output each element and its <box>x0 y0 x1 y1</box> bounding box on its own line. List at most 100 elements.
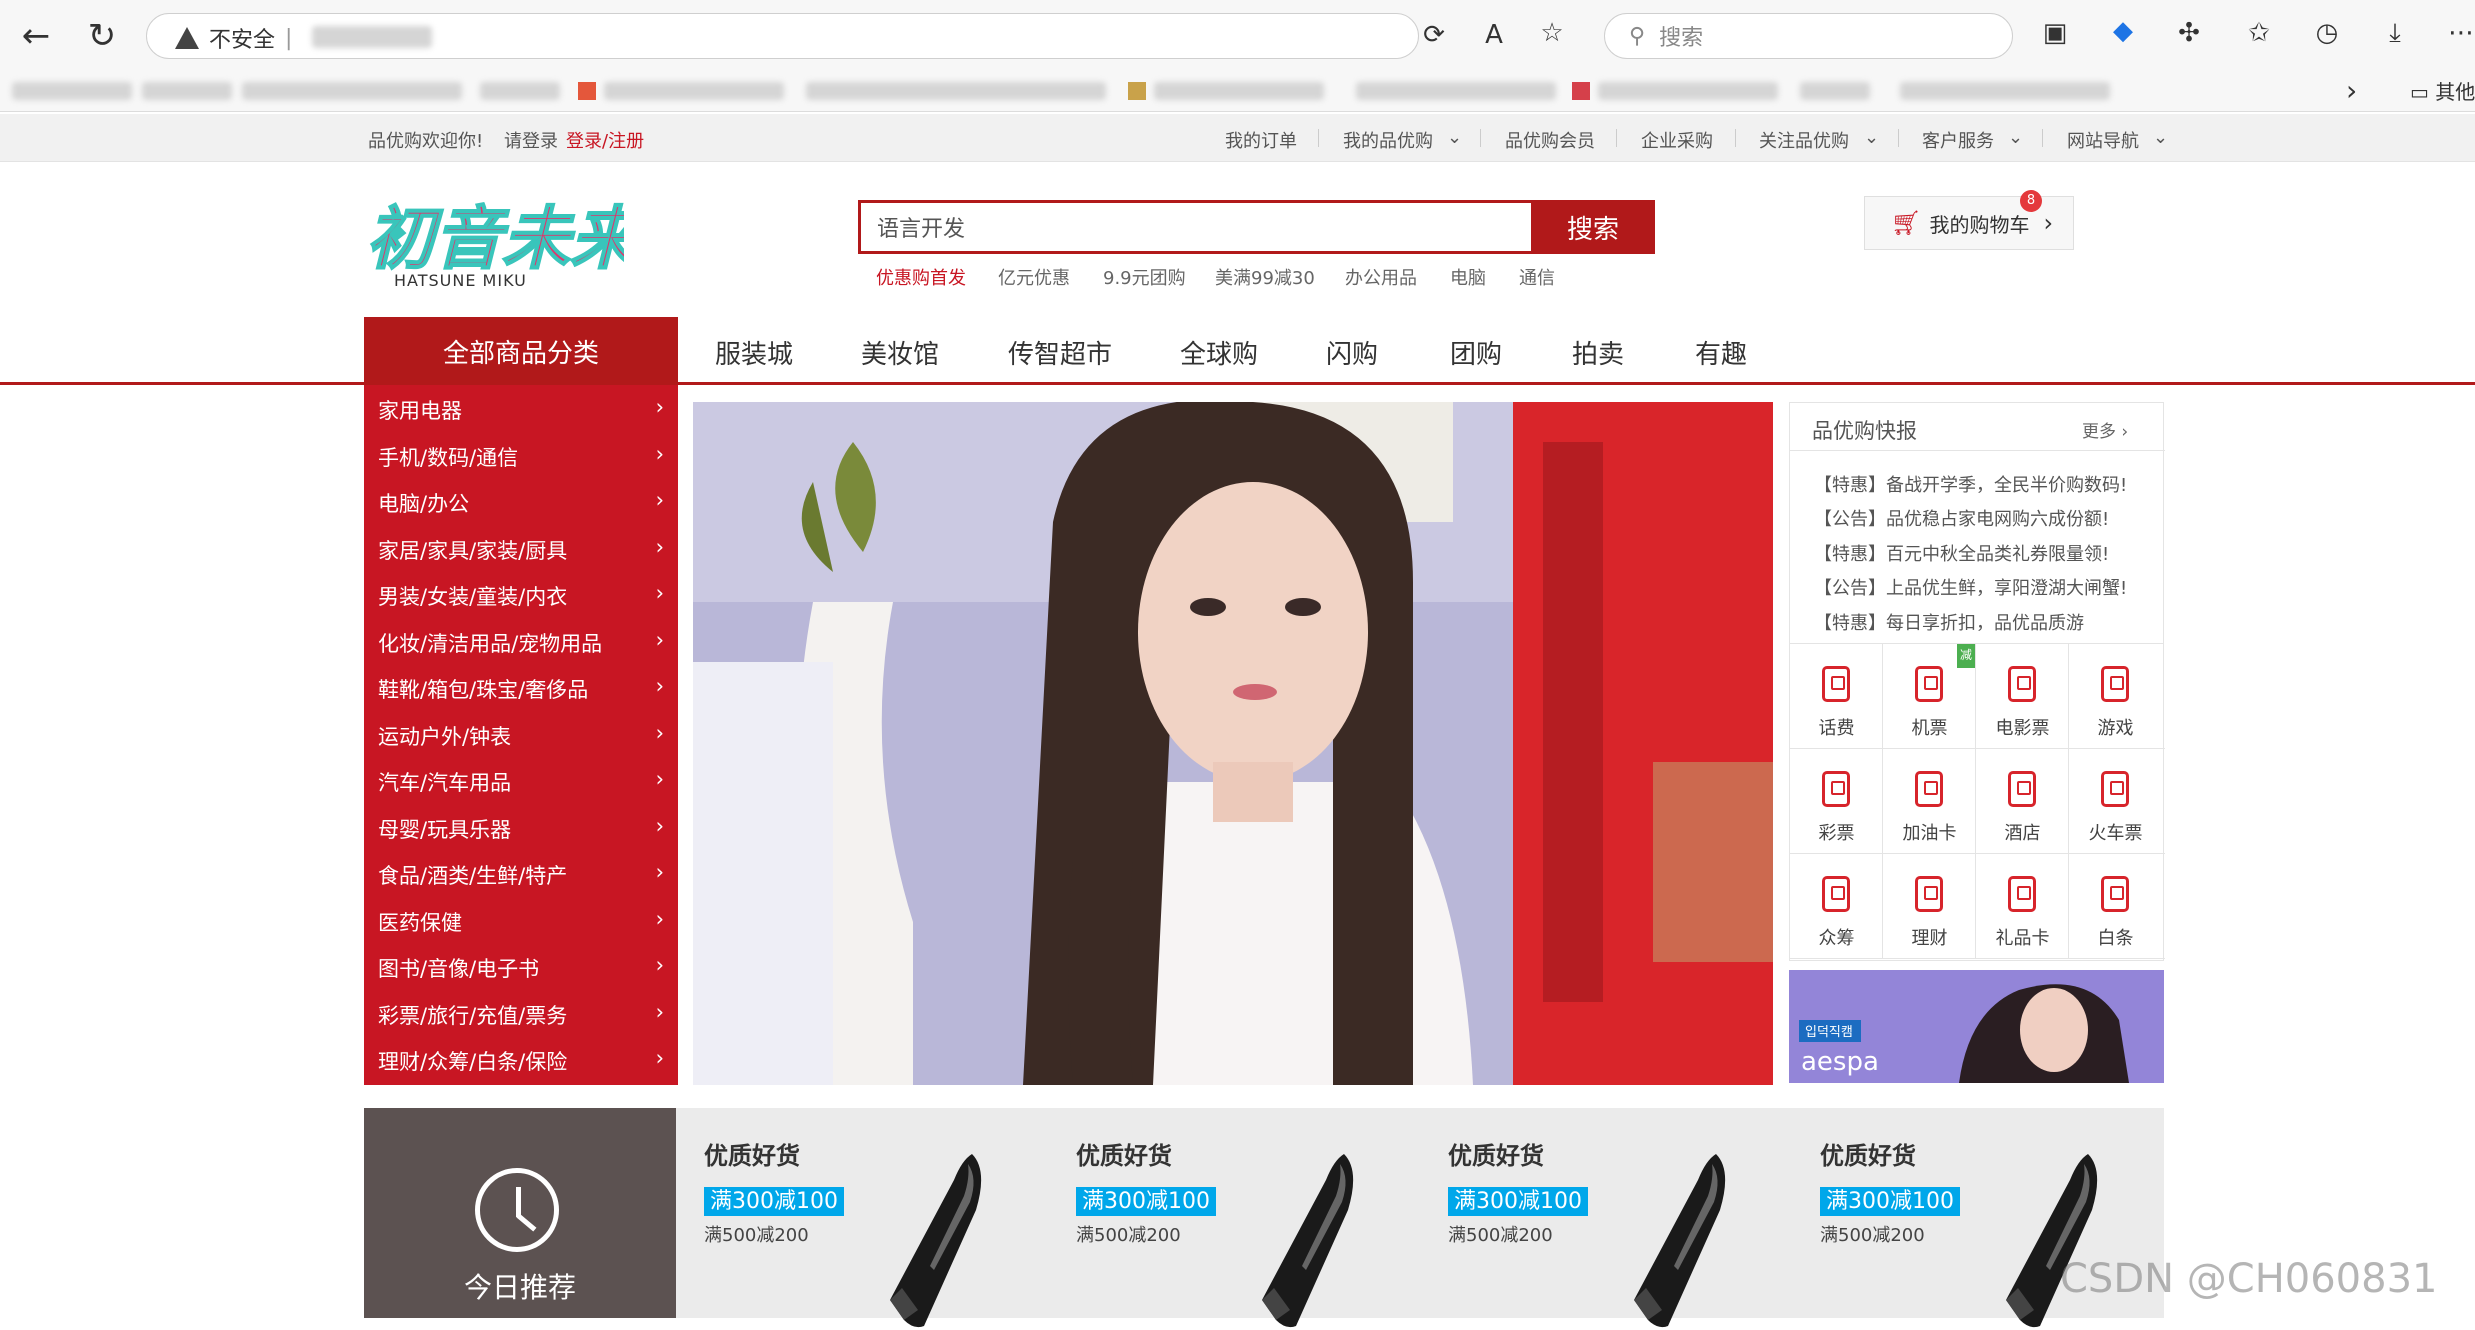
phone-icon <box>2101 876 2129 912</box>
category-item[interactable]: 运动户外/钟表 › <box>378 721 664 751</box>
news-item[interactable]: 【特惠】百元中秋全品类礼券限量领! <box>1814 540 2109 566</box>
category-item[interactable]: 手机/数码/通信 › <box>378 442 664 472</box>
shortcut-my-account[interactable]: 我的品优购 <box>1343 127 1433 153</box>
category-item[interactable]: 图书/音像/电子书 › <box>378 953 664 983</box>
search-input[interactable] <box>861 203 1529 251</box>
nav-auction[interactable]: 拍卖 <box>1572 334 1624 371</box>
hot-word[interactable]: 亿元优惠 <box>998 264 1070 290</box>
shortcut-membership[interactable]: 品优购会员 <box>1505 127 1595 153</box>
service-phone-bill[interactable]: 话费 <box>1790 644 1883 749</box>
bookmark-extension-icon[interactable]: ◆ <box>2098 16 2148 46</box>
chevron-right-icon: › <box>655 535 664 559</box>
shortcut-site-nav[interactable]: 网站导航 <box>2067 127 2139 153</box>
phone-icon <box>1915 771 1943 807</box>
news-item[interactable]: 【公告】上品优生鲜，享阳澄湖大闸蟹! <box>1814 574 2127 600</box>
bookmark-item[interactable] <box>242 82 462 100</box>
bookmark-item[interactable] <box>480 82 560 100</box>
register-link[interactable]: 登录/注册 <box>566 127 644 153</box>
category-item[interactable]: 食品/酒类/生鲜/特产 › <box>378 860 664 890</box>
download-icon[interactable]: ⤓ <box>2370 18 2420 49</box>
service-gift-card[interactable]: 礼品卡 <box>1976 854 2069 959</box>
extension-icon[interactable]: ▣ <box>2030 18 2080 48</box>
main-banner[interactable] <box>693 402 1773 1085</box>
category-item[interactable]: 家用电器 › <box>378 395 664 425</box>
category-item[interactable]: 电脑/办公 › <box>378 488 664 518</box>
puzzle-icon[interactable]: ✣ <box>2164 18 2214 48</box>
service-train[interactable]: 火车票 <box>2069 749 2165 854</box>
security-indicator[interactable]: 不安全 | <box>175 22 292 54</box>
translate-icon[interactable]: ⟳ <box>1409 20 1459 50</box>
shortcut-my-orders[interactable]: 我的订单 <box>1225 127 1297 153</box>
service-movie[interactable]: 电影票 <box>1976 644 2069 749</box>
hot-word[interactable]: 美满99减30 <box>1215 264 1315 290</box>
category-item[interactable]: 化妆/清洁用品/宠物用品 › <box>378 628 664 658</box>
cart-button[interactable]: 🛒︎ 我的购物车 › <box>1864 196 2074 250</box>
nav-beauty[interactable]: 美妆馆 <box>861 334 939 371</box>
news-item[interactable]: 【特惠】每日享折扣，品优品质游 <box>1814 609 2084 635</box>
bookmark-item[interactable] <box>1800 82 1870 100</box>
side-ad[interactable]: 입덕직캠 aespa <box>1789 970 2164 1083</box>
hot-word[interactable]: 通信 <box>1519 264 1555 290</box>
nav-fun[interactable]: 有趣 <box>1695 334 1747 371</box>
shortcut-enterprise[interactable]: 企业采购 <box>1641 127 1713 153</box>
category-item[interactable]: 母婴/玩具乐器 › <box>378 814 664 844</box>
bookmark-item[interactable] <box>142 82 232 100</box>
service-finance[interactable]: 理财 <box>1883 854 1976 959</box>
read-aloud-icon[interactable]: A <box>1469 20 1519 50</box>
hot-word[interactable]: 办公用品 <box>1345 264 1417 290</box>
category-item[interactable]: 鞋靴/箱包/珠宝/奢侈品 › <box>378 674 664 704</box>
service-crowdfunding[interactable]: 众筹 <box>1790 854 1883 959</box>
bookmark-item[interactable] <box>12 82 132 100</box>
news-item[interactable]: 【公告】品优稳占家电网购六成份额! <box>1814 505 2109 531</box>
service-hotel[interactable]: 酒店 <box>1976 749 2069 854</box>
nav-supermarket[interactable]: 传智超市 <box>1008 334 1112 371</box>
browser-search-box[interactable]: ⚲ 搜索 <box>1604 13 2013 59</box>
service-label: 彩票 <box>1818 823 1855 844</box>
bookmark-item[interactable] <box>1598 82 1778 100</box>
history-icon[interactable]: ◷ <box>2302 18 2352 48</box>
category-item[interactable]: 彩票/旅行/充值/票务 › <box>378 1000 664 1030</box>
refresh-icon[interactable]: ↻ <box>74 8 130 64</box>
category-item[interactable]: 理财/众筹/白条/保险 › <box>378 1046 664 1076</box>
chevron-right-icon[interactable]: › <box>2346 74 2357 107</box>
nav-global[interactable]: 全球购 <box>1180 334 1258 371</box>
search-button[interactable]: 搜索 <box>1531 200 1655 254</box>
all-categories-tab[interactable]: 全部商品分类 <box>364 317 678 385</box>
service-baitiao[interactable]: 白条 <box>2069 854 2165 959</box>
category-item[interactable]: 医药保健 › <box>378 907 664 937</box>
address-bar[interactable]: 不安全 | ⟳ A ☆ <box>146 13 1564 59</box>
bookmark-item[interactable] <box>1154 82 1324 100</box>
hot-word[interactable]: 9.9元团购 <box>1103 264 1186 290</box>
hot-word[interactable]: 电脑 <box>1450 264 1486 290</box>
news-item[interactable]: 【特惠】备战开学季，全民半价购数码! <box>1814 471 2127 497</box>
news-more-link[interactable]: 更多 › <box>2082 417 2128 442</box>
nav-group-buy[interactable]: 团购 <box>1450 334 1502 371</box>
service-fuel-card[interactable]: 加油卡 <box>1883 749 1976 854</box>
other-bookmarks[interactable]: ▭ 其他 <box>2410 76 2475 105</box>
bookmark-item[interactable] <box>604 82 784 100</box>
category-item[interactable]: 汽车/汽车用品 › <box>378 767 664 797</box>
recommend-card[interactable]: 优质好货 满300减100 满500减200 <box>704 1136 1004 1328</box>
shortcut-customer-service[interactable]: 客户服务 <box>1922 127 1994 153</box>
nav-clothing[interactable]: 服装城 <box>715 334 793 371</box>
bookmark-item[interactable] <box>1356 82 1556 100</box>
service-flight[interactable]: 机票 减 <box>1883 644 1976 749</box>
shortcut-follow[interactable]: 关注品优购 <box>1759 127 1849 153</box>
bookmark-item[interactable] <box>1900 82 2110 100</box>
category-item[interactable]: 家居/家具/家装/厨具 › <box>378 535 664 565</box>
service-lottery[interactable]: 彩票 <box>1790 749 1883 854</box>
service-game[interactable]: 游戏 <box>2069 644 2165 749</box>
favorite-star-icon[interactable]: ☆ <box>1527 18 1577 48</box>
recommend-card[interactable]: 优质好货 满300减100 满500减200 <box>1076 1136 1376 1328</box>
login-link[interactable]: 请登录 <box>504 127 558 153</box>
nav-flash-sale[interactable]: 闪购 <box>1326 334 1378 371</box>
today-recommend-panel: 今日推荐 <box>364 1108 676 1318</box>
recommend-card[interactable]: 优质好货 满300减100 满500减200 <box>1448 1136 1748 1328</box>
bookmark-item[interactable] <box>806 82 1106 100</box>
site-logo[interactable]: 初音未来 HATSUNE MIKU <box>364 190 646 294</box>
menu-icon[interactable]: ⋯ <box>2436 18 2475 48</box>
back-icon[interactable]: ← <box>8 8 64 64</box>
category-item[interactable]: 男装/女装/童装/内衣 › <box>378 581 664 611</box>
hot-word[interactable]: 优惠购首发 <box>876 264 966 290</box>
favorites-icon[interactable]: ✩ <box>2234 18 2284 48</box>
